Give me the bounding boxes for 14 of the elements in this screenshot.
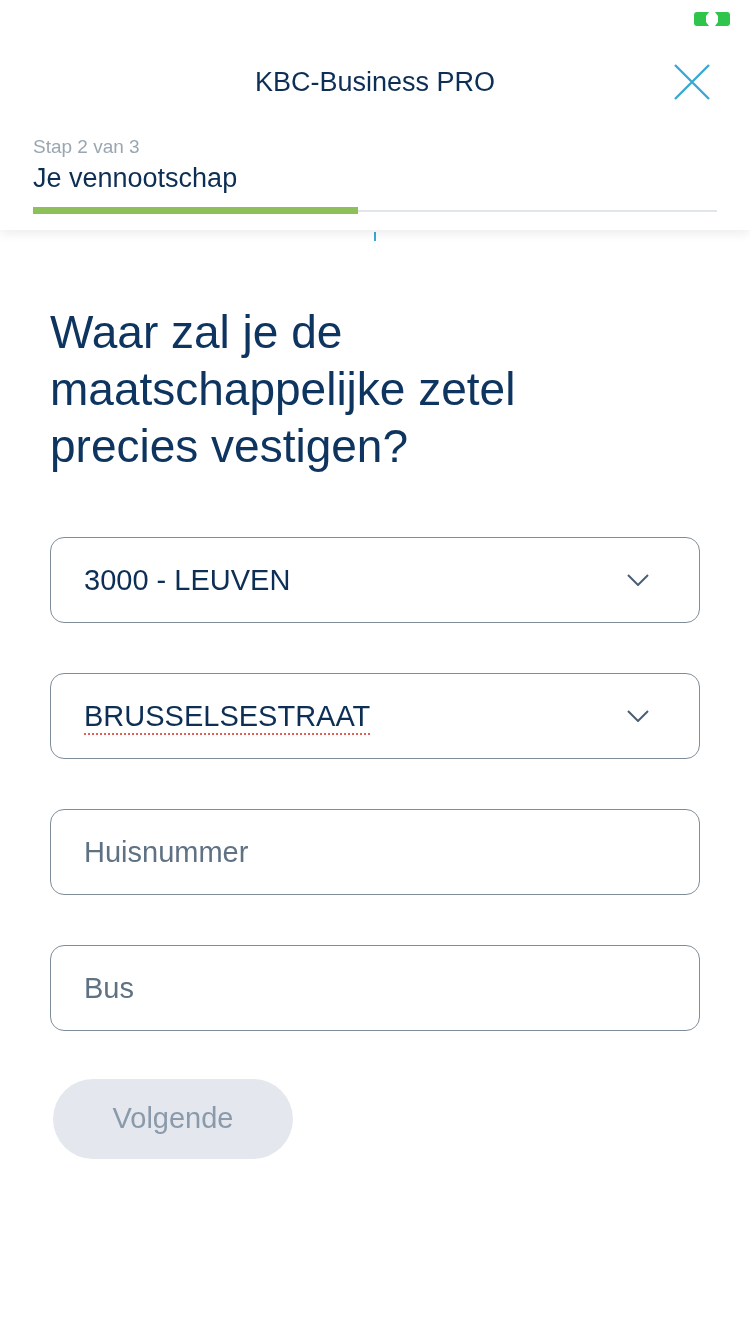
- step-label: Stap 2 van 3: [33, 135, 140, 159]
- cursor-mark-icon: [374, 232, 376, 241]
- close-icon: [674, 64, 710, 100]
- input-field[interactable]: Bus: [50, 945, 700, 1031]
- battery-icon: [694, 12, 730, 26]
- chevron-down-icon: [627, 710, 649, 722]
- section-title: Je vennootschap: [33, 162, 238, 194]
- dropdown-field[interactable]: 3000 - LEUVEN: [50, 537, 700, 623]
- dropdown-field[interactable]: BRUSSELSESTRAAT: [50, 673, 700, 759]
- question-heading: Waar zal je de maatschappelijke zetel precies vestigen?: [50, 305, 517, 474]
- window-title: KBC-Business PRO: [254, 66, 496, 99]
- close-button[interactable]: [674, 64, 710, 100]
- chevron-down-icon: [627, 574, 649, 586]
- input-field[interactable]: Huisnummer: [50, 809, 700, 895]
